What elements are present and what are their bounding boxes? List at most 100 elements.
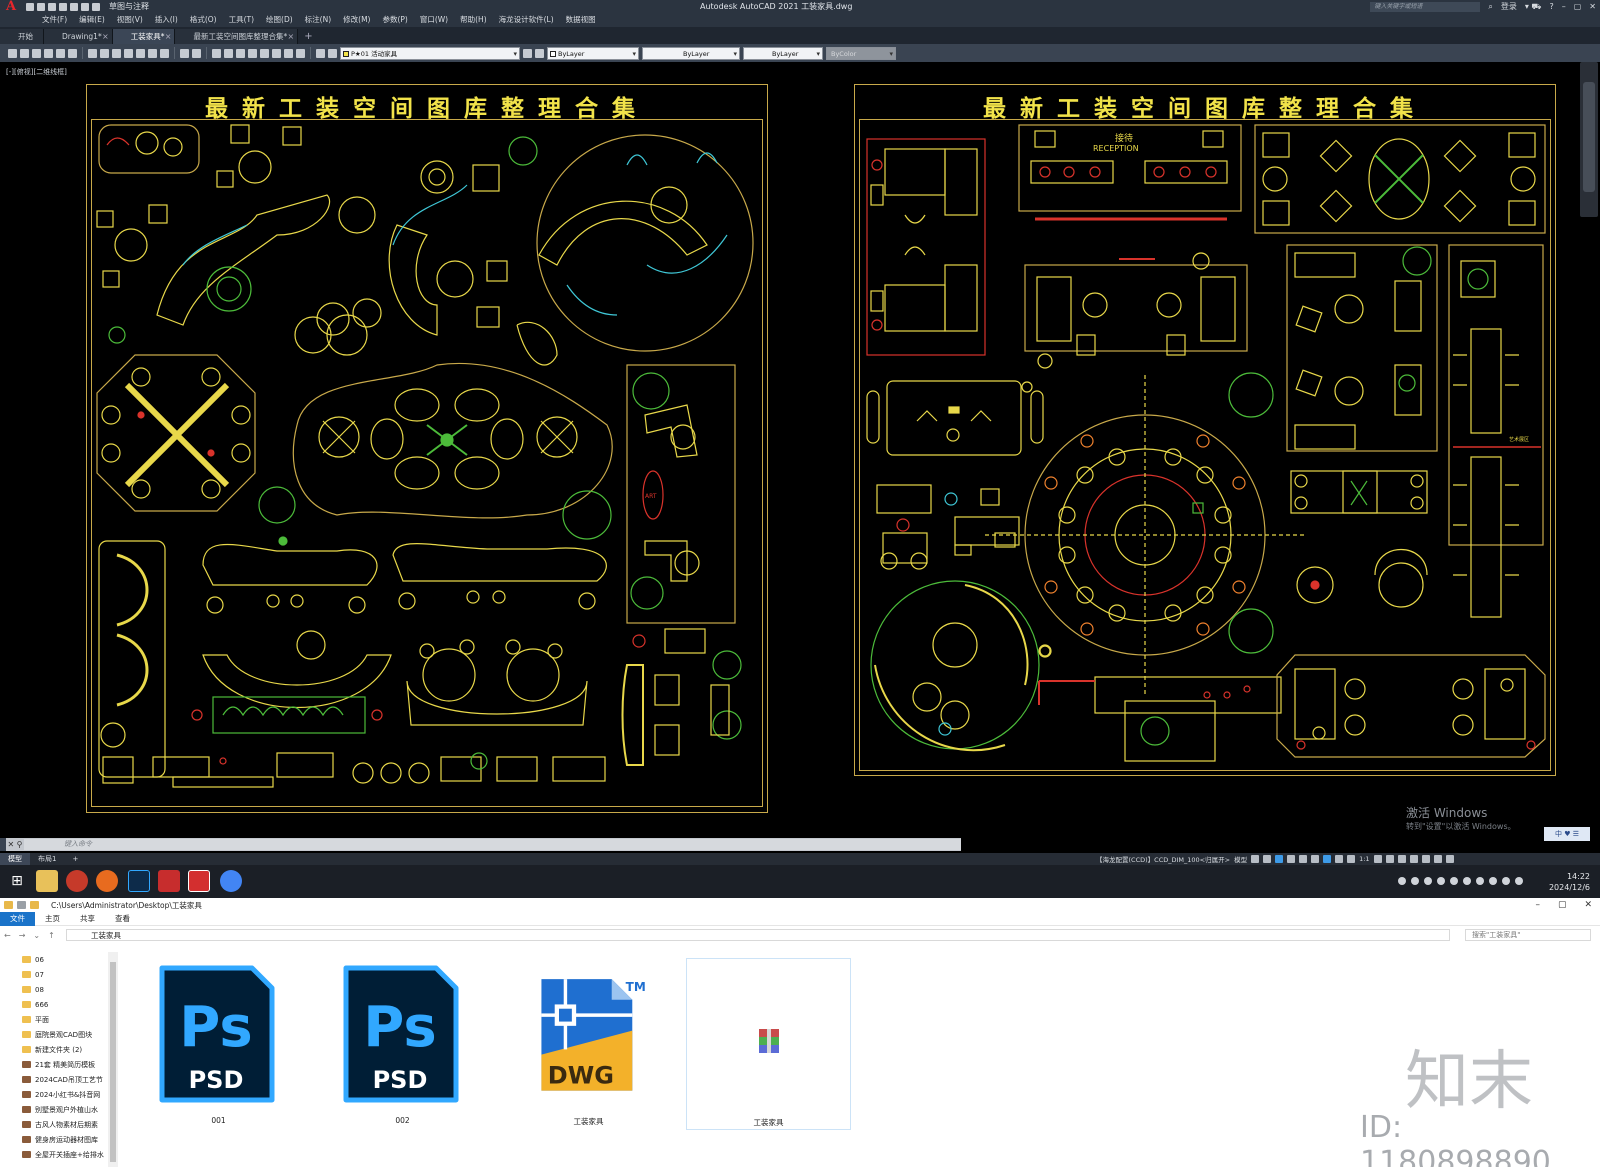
taskbar-clock[interactable]: 14:22 2024/12/6 [1549,871,1590,893]
nav-folder[interactable]: 666 [22,997,118,1012]
cart-icon[interactable]: ▾ ⛟ [1525,2,1542,12]
design-center-icon[interactable] [272,48,281,58]
print-icon[interactable] [44,48,53,58]
scroll-thumb[interactable] [110,962,116,1162]
help-search-input[interactable]: 键入关键字或短语 [1370,1,1481,12]
text-icon[interactable] [148,48,157,58]
linetype-dropdown[interactable]: ByLayer [642,46,740,61]
tab-drawing1[interactable]: Drawing1* × [44,29,113,44]
redo-icon[interactable] [92,2,100,11]
tray-icon[interactable] [1463,877,1471,885]
close-icon[interactable]: ✕ [1589,2,1596,11]
menu-item[interactable]: 文件(F) [36,13,73,27]
menu-item[interactable]: 修改(M) [337,13,376,27]
menu-item[interactable]: 数据视图 [560,13,602,27]
nav-archive[interactable]: 别墅景观户外植山水 [22,1102,118,1117]
forward-icon[interactable]: → [15,931,30,940]
match-icon[interactable] [124,48,133,58]
minimize-icon[interactable]: – [1562,2,1566,11]
zoom-prev-icon[interactable] [248,48,257,58]
publish-icon[interactable] [68,48,77,58]
nav-folder[interactable]: 庭院景观CAD图块 [22,1027,118,1042]
palettes-icon[interactable] [284,48,293,58]
fullscreen-icon[interactable] [1433,855,1442,863]
menu-item[interactable]: 绘图(D) [260,13,299,27]
address-bar[interactable]: 工装家具 [66,929,1450,941]
annotation-status[interactable]: 【海龙配置(CCD)】CCD_DIM_100<归属开> [1096,854,1230,864]
nav-folder[interactable]: 平面 [22,1012,118,1027]
workspace-switch[interactable]: 草图与注释 [109,1,149,12]
nav-archive[interactable]: 古风人物素材后期素 [22,1117,118,1132]
measure-icon[interactable] [296,48,305,58]
new-folder-icon[interactable] [30,901,39,909]
paste-icon[interactable] [112,48,121,58]
maximize-icon[interactable]: ▢ [1558,898,1567,912]
menu-item[interactable]: 参数(P) [376,13,413,27]
nav-archive[interactable]: 21套 精美简历模板 [22,1057,118,1072]
model-space-toggle[interactable]: 模型 [1234,854,1247,864]
selection-cycling-icon[interactable] [1323,855,1332,863]
properties-icon[interactable] [17,901,26,909]
ribbon-tab-file[interactable]: 文件 [0,911,35,926]
cut-icon[interactable] [88,48,97,58]
tray-icon[interactable] [1398,877,1406,885]
zoom-icon[interactable] [224,48,233,58]
search-icon[interactable]: ⌕ [1488,2,1492,12]
menu-item[interactable]: 帮助(H) [454,13,493,27]
nav-folder[interactable]: 07 [22,967,118,982]
tray-icon[interactable] [1437,877,1445,885]
annotation-visibility-icon[interactable] [1335,855,1344,863]
ribbon-tab-home[interactable]: 主页 [35,912,70,926]
workspace-gear-icon[interactable] [1373,855,1382,863]
file-item-psd-002[interactable]: Ps PSD 002 [320,958,485,1130]
ime-icon[interactable] [1515,877,1523,885]
file-explorer-icon[interactable] [36,870,58,892]
menu-item[interactable]: 编辑(E) [73,13,111,27]
save-as-icon[interactable] [59,2,67,11]
units-icon[interactable] [1397,855,1406,863]
tab-model[interactable]: 模型 [0,853,30,865]
file-item-archive[interactable]: 工装家具 [686,958,851,1130]
auto-scale-icon[interactable] [1347,855,1356,863]
layer-properties-icon[interactable] [316,48,325,58]
recent-icon[interactable]: ⌄ [29,931,44,940]
close-tab-icon[interactable]: × [288,29,295,44]
nav-folder[interactable]: 新建文件夹 (2) [22,1042,118,1057]
properties-icon[interactable] [260,48,269,58]
chrome-icon[interactable] [220,870,242,892]
viewcube-scrollbar[interactable] [1580,62,1598,217]
grid-icon[interactable] [1251,855,1260,863]
nav-archive[interactable]: 2024CAD吊顶工艺节 [22,1072,118,1087]
command-input[interactable]: 键入命令 [24,839,961,850]
close-tab-icon[interactable]: × [102,29,109,44]
tray-icon[interactable] [1411,877,1419,885]
tray-icon[interactable] [1450,877,1458,885]
save-icon[interactable] [32,48,41,58]
up-icon[interactable]: ↑ [44,931,59,940]
menu-item[interactable]: 视图(V) [111,13,149,27]
osnap-icon[interactable] [1299,855,1308,863]
undo-icon[interactable] [180,48,189,58]
scroll-thumb[interactable] [1583,82,1595,192]
annotation-scale[interactable]: 1:1 [1359,855,1369,863]
menu-item[interactable]: 标注(N) [299,13,337,27]
undo-icon[interactable] [81,2,89,11]
back-icon[interactable]: ← [0,931,15,940]
annotation-monitor-icon[interactable] [1385,855,1394,863]
network-icon[interactable] [1489,877,1497,885]
open-file-icon[interactable] [37,2,45,11]
plotstyle-dropdown[interactable]: ByColor [826,46,896,61]
lineweight-dropdown[interactable]: ByLayer [743,46,823,61]
autocad-taskbar-icon[interactable] [188,870,210,892]
new-file-icon[interactable] [26,2,34,11]
copy-icon[interactable] [100,48,109,58]
tray-icon[interactable] [1476,877,1484,885]
tab-collection[interactable]: 最新工装空间图库整理合集* × [175,29,299,44]
layer-previous-icon[interactable] [535,48,544,58]
zoom-window-icon[interactable] [236,48,245,58]
menu-item[interactable]: 格式(O) [184,13,223,27]
viewport-controls[interactable]: [-][俯视][二维线框] [6,67,67,77]
login-button[interactable]: 登录 [1501,1,1517,12]
nav-scrollbar[interactable] [108,952,118,1167]
photoshop-taskbar-icon[interactable] [128,870,150,892]
